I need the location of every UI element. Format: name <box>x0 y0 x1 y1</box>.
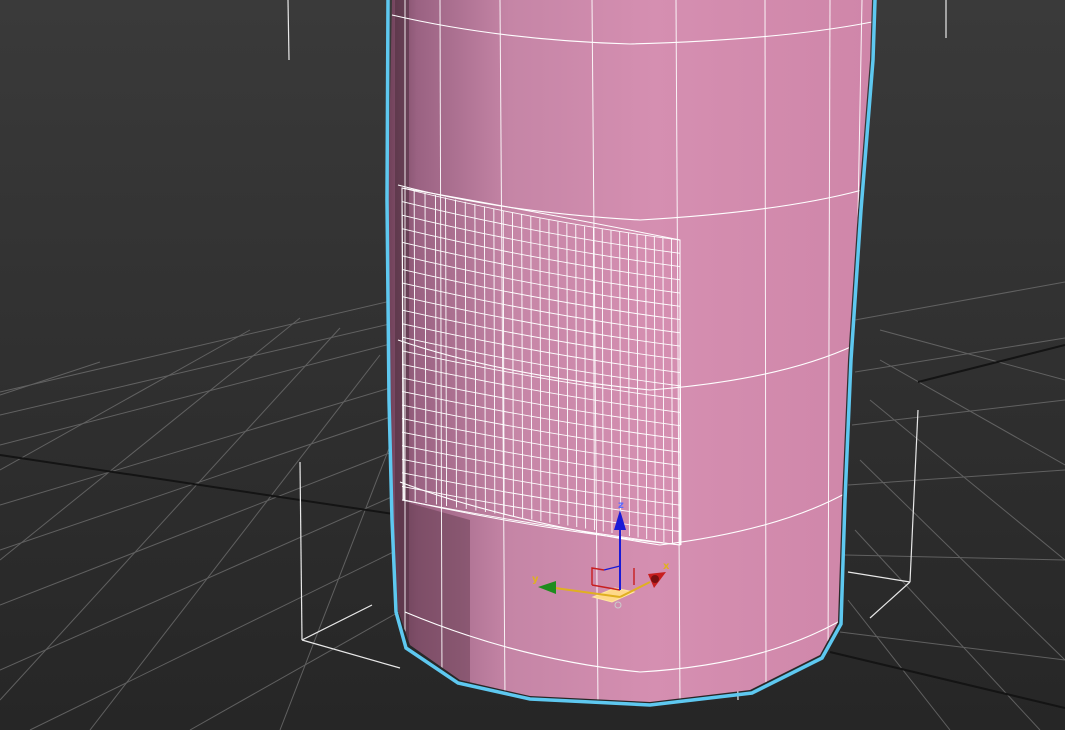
perspective-viewport[interactable]: z y x <box>0 0 1065 730</box>
gizmo-y-label: y <box>532 574 539 585</box>
gizmo-x-label: x <box>663 561 670 572</box>
gizmo-z-label: z <box>618 500 624 511</box>
gizmo-x-cap <box>651 575 659 583</box>
cylinder-object[interactable] <box>385 0 877 720</box>
